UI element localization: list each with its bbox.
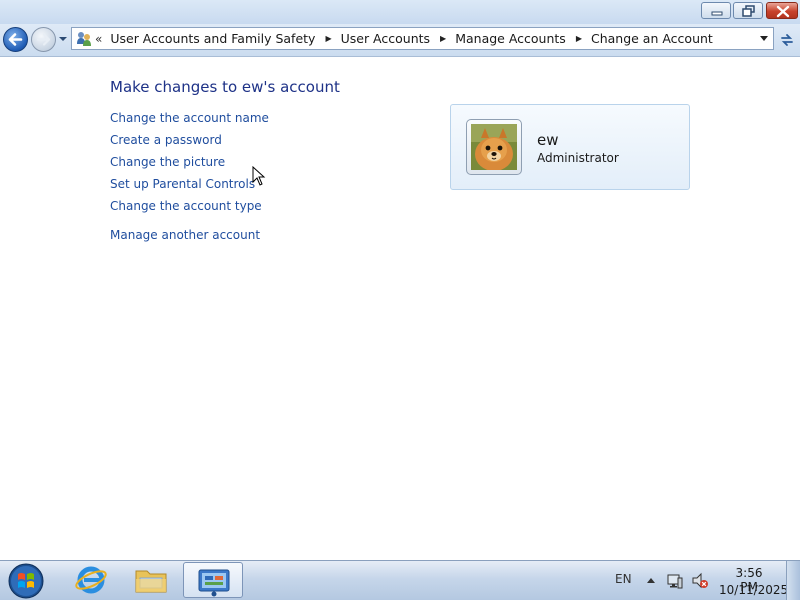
account-name: ew — [537, 131, 559, 149]
control-panel-icon — [198, 569, 230, 597]
manage-another-account-link[interactable]: Manage another account — [110, 228, 260, 242]
control-panel-taskbar-button[interactable] — [183, 562, 243, 598]
account-card: ew Administrator — [450, 104, 690, 190]
user-accounts-icon — [77, 32, 91, 46]
clock-date[interactable]: 10/11/2025 — [719, 583, 788, 597]
change-account-name-link[interactable]: Change the account name — [110, 111, 269, 125]
breadcrumb-item[interactable]: User Accounts and Family Safety — [110, 31, 315, 46]
restore-button[interactable] — [733, 2, 763, 19]
address-bar[interactable]: « User Accounts and Family Safety ▶ User… — [71, 27, 774, 50]
taskbar: EN 3:56 PM 10/11/2025 — [0, 560, 800, 600]
show-desktop-button[interactable] — [786, 561, 800, 600]
forward-button[interactable] — [31, 27, 56, 52]
dog-picture-icon — [471, 124, 517, 170]
breadcrumb: « User Accounts and Family Safety ▶ User… — [95, 28, 713, 49]
recent-pages-dropdown-icon[interactable] — [58, 35, 68, 43]
close-button[interactable] — [766, 2, 798, 19]
breadcrumb-arrow-icon[interactable]: ▶ — [440, 34, 446, 43]
parental-controls-link[interactable]: Set up Parental Controls — [110, 177, 255, 191]
change-picture-link[interactable]: Change the picture — [110, 155, 225, 169]
start-button[interactable] — [6, 562, 46, 600]
restore-icon — [742, 5, 755, 17]
breadcrumb-overflow-icon[interactable]: « — [95, 32, 102, 46]
window-title-bar[interactable] — [0, 0, 800, 24]
windows-explorer-taskbar-button[interactable] — [123, 562, 179, 598]
network-icon[interactable] — [666, 572, 684, 589]
back-arrow-icon — [8, 33, 23, 46]
avatar[interactable] — [466, 119, 522, 175]
account-role: Administrator — [537, 151, 619, 165]
breadcrumb-item[interactable]: Change an Account — [591, 31, 713, 46]
change-account-type-link[interactable]: Change the account type — [110, 199, 262, 213]
show-hidden-icons-icon[interactable] — [646, 576, 656, 584]
language-indicator[interactable]: EN — [615, 572, 632, 586]
create-password-link[interactable]: Create a password — [110, 133, 222, 147]
page-title: Make changes to ew's account — [110, 78, 340, 96]
breadcrumb-item[interactable]: User Accounts — [341, 31, 430, 46]
internet-explorer-taskbar-button[interactable] — [63, 562, 119, 598]
minimize-icon — [711, 11, 723, 16]
back-button[interactable] — [3, 27, 28, 52]
forward-arrow-icon — [36, 33, 51, 46]
minimize-button[interactable] — [701, 2, 731, 19]
navigation-bar: « User Accounts and Family Safety ▶ User… — [0, 24, 800, 57]
close-icon — [776, 5, 790, 18]
breadcrumb-arrow-icon[interactable]: ▶ — [325, 34, 331, 43]
breadcrumb-arrow-icon[interactable]: ▶ — [576, 34, 582, 43]
address-history-dropdown-icon[interactable] — [759, 35, 769, 43]
mouse-cursor-icon — [252, 166, 266, 186]
breadcrumb-item[interactable]: Manage Accounts — [455, 31, 566, 46]
internet-explorer-icon — [75, 566, 107, 594]
windows-explorer-icon — [135, 570, 167, 593]
volume-muted-icon[interactable] — [691, 572, 709, 589]
refresh-icon[interactable] — [779, 32, 795, 48]
